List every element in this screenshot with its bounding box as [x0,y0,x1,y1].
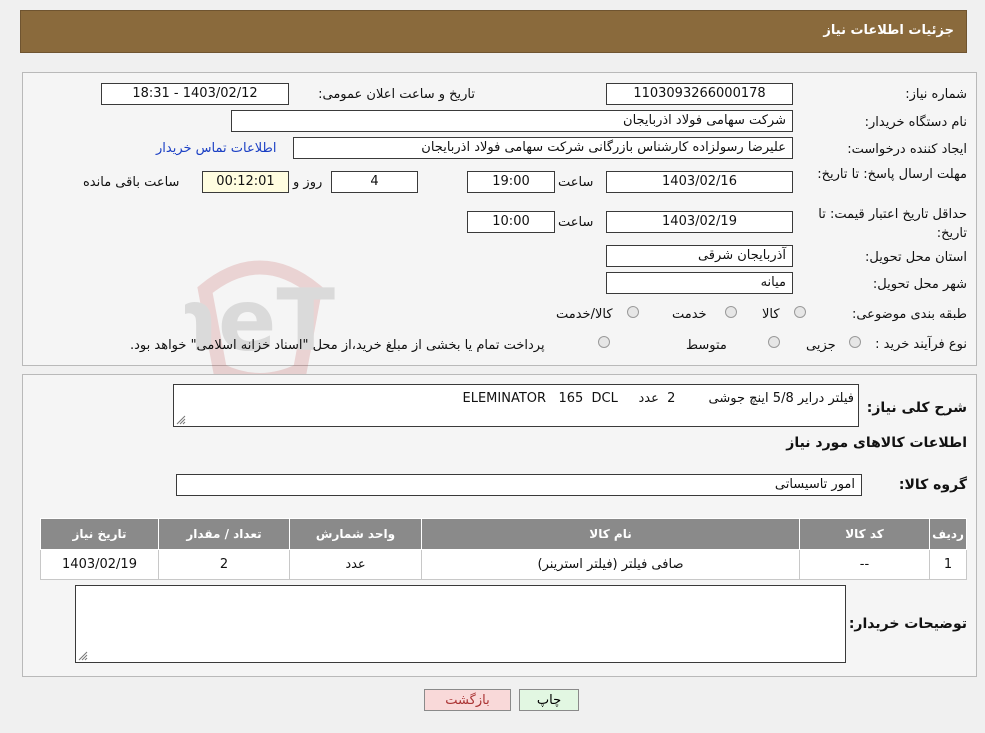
validity-date-field: 1403/02/19 [606,211,793,233]
resize-grip-icon[interactable] [176,415,186,425]
resize-grip-icon[interactable] [78,651,88,661]
announce-label: تاریخ و ساعت اعلان عمومی: [318,87,475,102]
buyer-org-label: نام دستگاه خریدار: [864,115,967,130]
category-label: طبقه بندی موضوعی: [851,307,967,322]
print-button[interactable]: چاپ [519,689,579,711]
cell-name: صافی فیلتر (فیلتر استرینر) [421,549,800,580]
creator-label: ایجاد کننده درخواست: [847,142,967,157]
cell-row: 1 [929,549,967,580]
table-header-row: ردیف کد کالا نام کالا واحد شمارش تعداد /… [40,518,967,550]
creator-field: علیرضا رسولزاده کارشناس بازرگانی شرکت سه… [293,137,793,159]
remaining-time-field: 00:12:01 [202,171,289,193]
buyer-notes-label: توضیحات خریدار: [848,616,967,632]
validity-time-field: 10:00 [467,211,555,233]
col-header-date: تاریخ نیاز [40,518,159,550]
goods-section-title: اطلاعات کالاهای مورد نیاز [786,435,967,451]
remaining-label: ساعت باقی مانده [83,175,180,190]
process-option-medium: متوسط [686,338,727,353]
col-header-row: ردیف [929,518,967,550]
goods-table: ردیف کد کالا نام کالا واحد شمارش تعداد /… [40,518,967,580]
announce-field: 1403/02/12 - 18:31 [101,83,289,105]
goods-group-label: گروه کالا: [898,477,967,493]
process-option-minor: جزیی [806,338,836,353]
deadline-time-field: 19:00 [467,171,555,193]
col-header-qty: تعداد / مقدار [158,518,290,550]
cell-code: -- [799,549,930,580]
buyer-org-field: شرکت سهامی فولاد اذربایجان [231,110,793,132]
deadline-time-label: ساعت [558,175,594,190]
table-row: 1 -- صافی فیلتر (فیلتر استرینر) عدد 2 14… [40,549,967,580]
description-textarea[interactable]: فیلتر درایر 5/8 اینچ جوشی 2 عدد ELEMINAT… [173,384,859,427]
city-field: میانه [606,272,793,294]
validity-time-label: ساعت [558,215,594,230]
days-label: روز و [293,175,323,190]
buyer-contact-link[interactable]: اطلاعات تماس خریدار [156,141,276,156]
description-text: فیلتر درایر 5/8 اینچ جوشی 2 عدد ELEMINAT… [462,391,854,406]
col-header-name: نام کالا [421,518,800,550]
process-radio-medium[interactable] [768,336,780,348]
category-radio-goods[interactable] [794,306,806,318]
category-option-goods-service: کالا/خدمت [556,307,613,322]
process-radio-minor[interactable] [849,336,861,348]
need-number-label: شماره نیاز: [905,87,967,102]
province-field: آذربایجان شرقی [606,245,793,267]
category-radio-goods-service[interactable] [627,306,639,318]
category-radio-service[interactable] [725,306,737,318]
buyer-notes-textarea[interactable] [75,585,846,663]
process-note: پرداخت تمام یا بخشی از مبلغ خرید،از محل … [130,338,545,353]
col-header-unit: واحد شمارش [289,518,422,550]
days-field: 4 [331,171,418,193]
category-option-service: خدمت [672,307,707,322]
back-button[interactable]: بازگشت [424,689,511,711]
cell-date: 1403/02/19 [40,549,159,580]
category-option-goods: کالا [762,307,780,322]
deadline-date-field: 1403/02/16 [606,171,793,193]
process-radio-treasury[interactable] [598,336,610,348]
page-header: جزئیات اطلاعات نیاز [20,10,967,53]
description-label: شرح کلی نیاز: [866,400,967,416]
validity-label: حداقل تاریخ اعتبار قیمت: تا تاریخ: [818,207,967,241]
cell-unit: عدد [289,549,422,580]
col-header-code: کد کالا [799,518,930,550]
process-label: نوع فرآیند خرید : [875,337,967,352]
need-number-field: 1103093266000178 [606,83,793,105]
goods-group-field: امور تاسیساتی [176,474,862,496]
page-title: جزئیات اطلاعات نیاز [823,23,954,38]
deadline-label: مهلت ارسال پاسخ: تا تاریخ: [817,167,967,182]
city-label: شهر محل تحویل: [872,277,967,292]
cell-qty: 2 [158,549,290,580]
province-label: استان محل تحویل: [865,250,967,265]
